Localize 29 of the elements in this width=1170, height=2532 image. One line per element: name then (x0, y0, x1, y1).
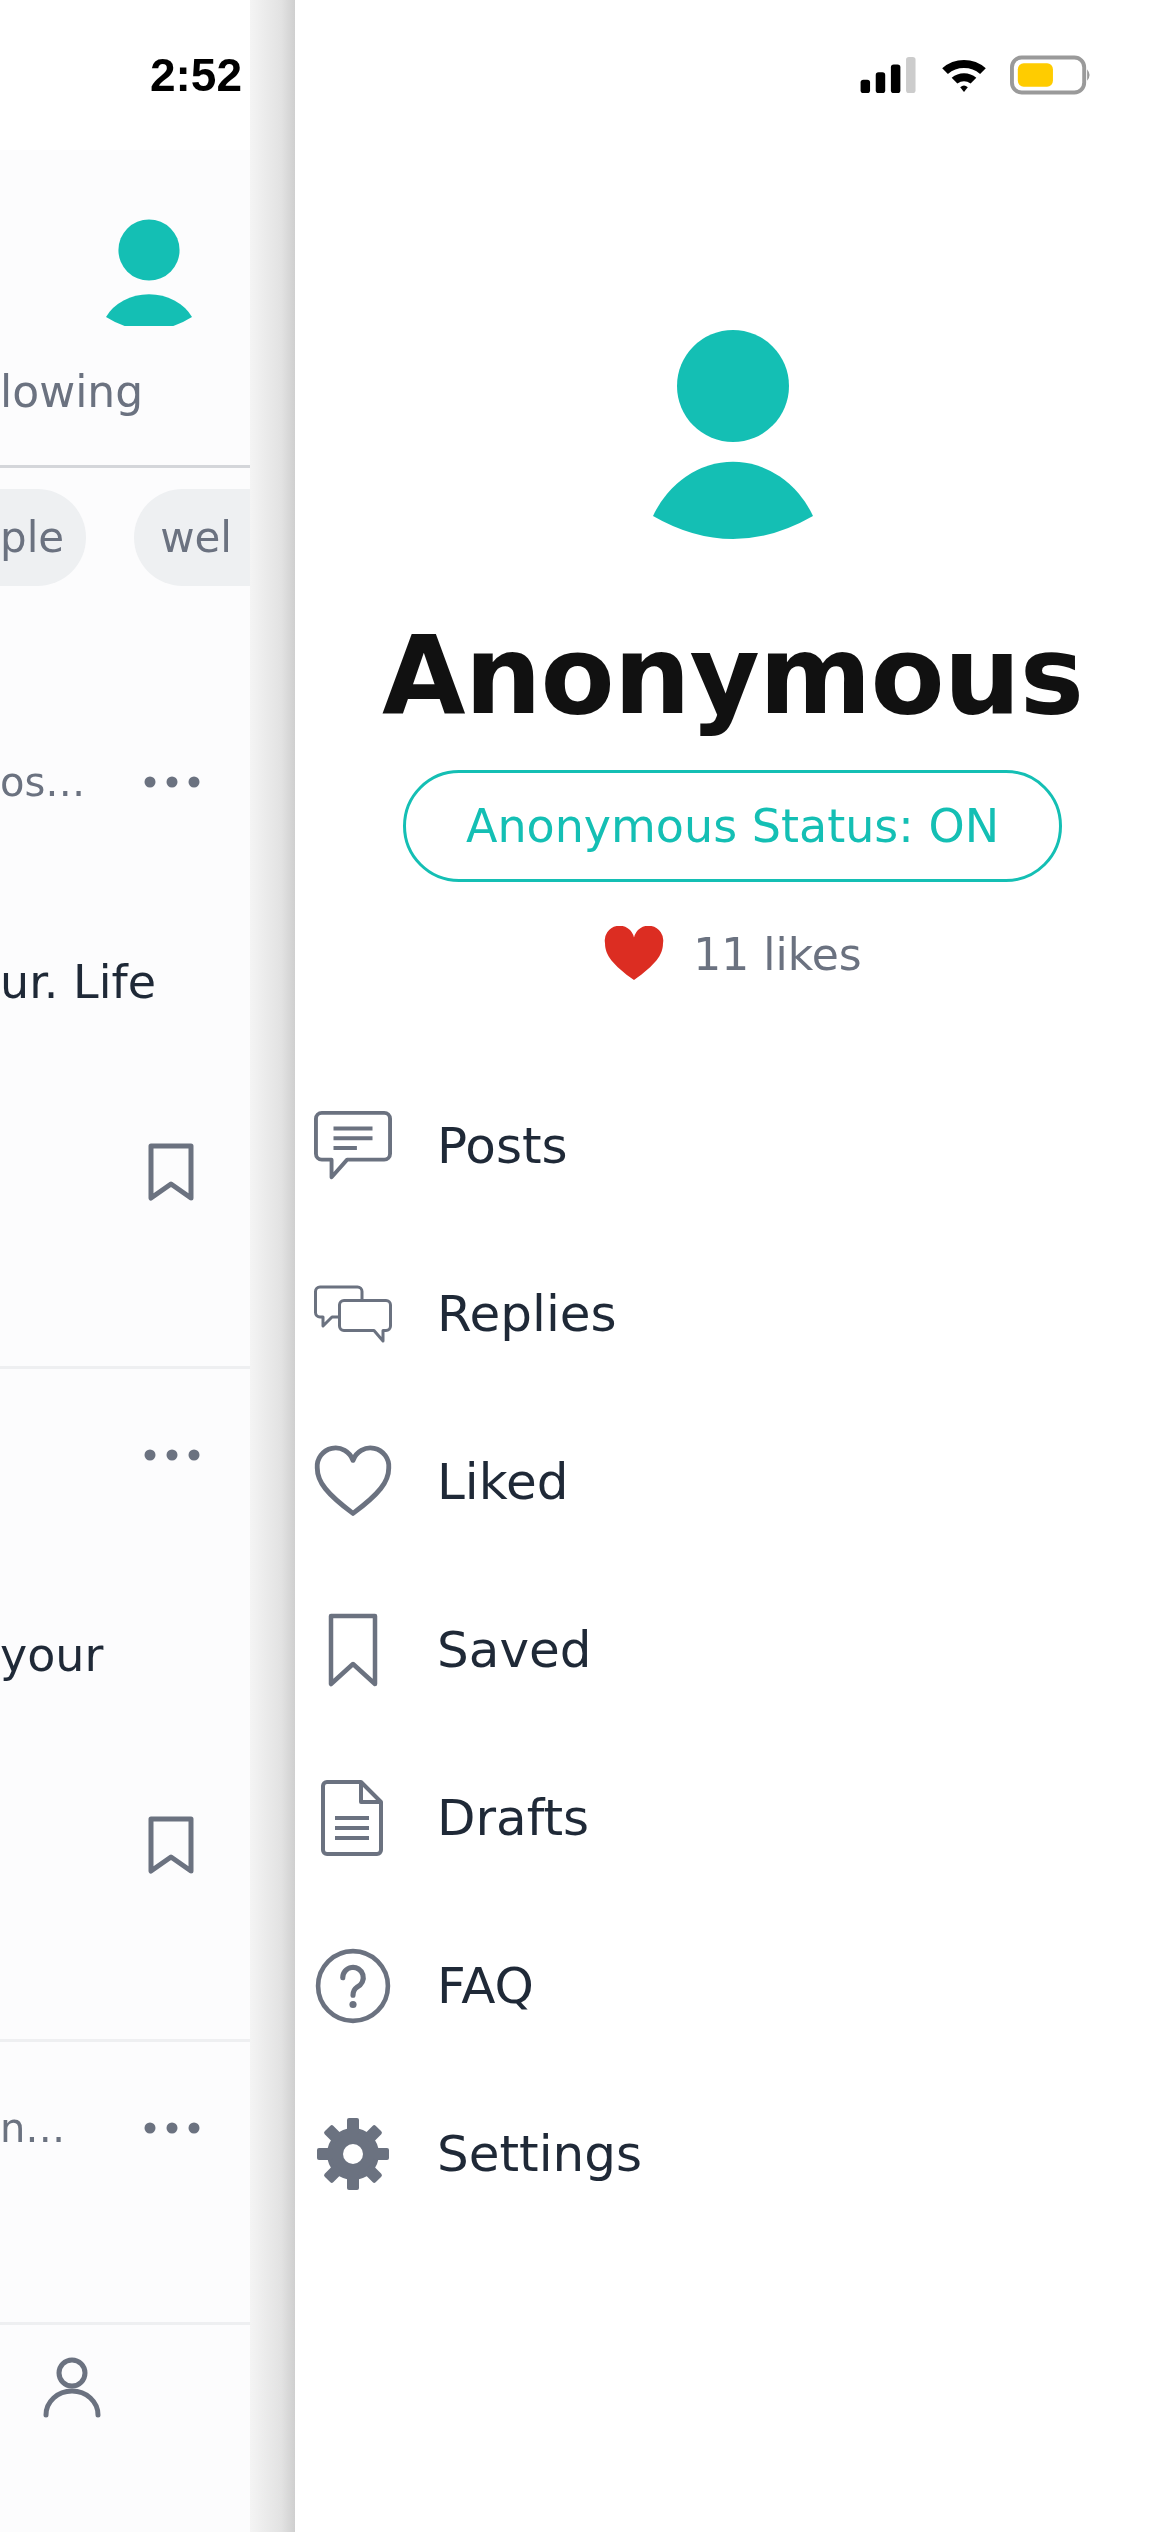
post-text: your (0, 1628, 104, 1682)
bookmark-icon[interactable] (147, 1815, 195, 1875)
more-icon[interactable] (144, 2122, 200, 2134)
menu-item[interactable]: Liked (295, 1398, 1170, 1566)
signal-icon (860, 57, 918, 93)
post-text: ur. Life (0, 955, 156, 1009)
likes-count: 11 likes (693, 928, 862, 980)
topic-chip[interactable]: wel (134, 488, 250, 586)
post-author: n… (0, 2105, 66, 2151)
profile-name: Anonymous (382, 612, 1083, 740)
more-icon[interactable] (144, 1449, 200, 1461)
status-time: 2:52 (149, 48, 242, 102)
menu-item[interactable]: Drafts (295, 1734, 1170, 1902)
wifi-icon (940, 57, 988, 93)
tab-label[interactable]: lowing (0, 366, 144, 417)
menu-item[interactable]: Posts (295, 1062, 1170, 1230)
settings-icon (314, 2116, 392, 2192)
heart-icon (603, 926, 666, 982)
bookmark-icon[interactable] (147, 1142, 195, 1202)
menu-item[interactable]: Replies (295, 1230, 1170, 1398)
topic-chip[interactable]: ple (0, 488, 87, 586)
menu-item[interactable]: Settings (295, 2070, 1170, 2238)
more-icon[interactable] (144, 776, 200, 788)
battery-icon (1010, 55, 1092, 95)
menu-item[interactable]: Saved (295, 1566, 1170, 1734)
post-author: os… (0, 759, 86, 805)
help-icon (314, 1948, 392, 2024)
menu-item[interactable]: FAQ (295, 1902, 1170, 2070)
avatar-icon (106, 218, 192, 326)
